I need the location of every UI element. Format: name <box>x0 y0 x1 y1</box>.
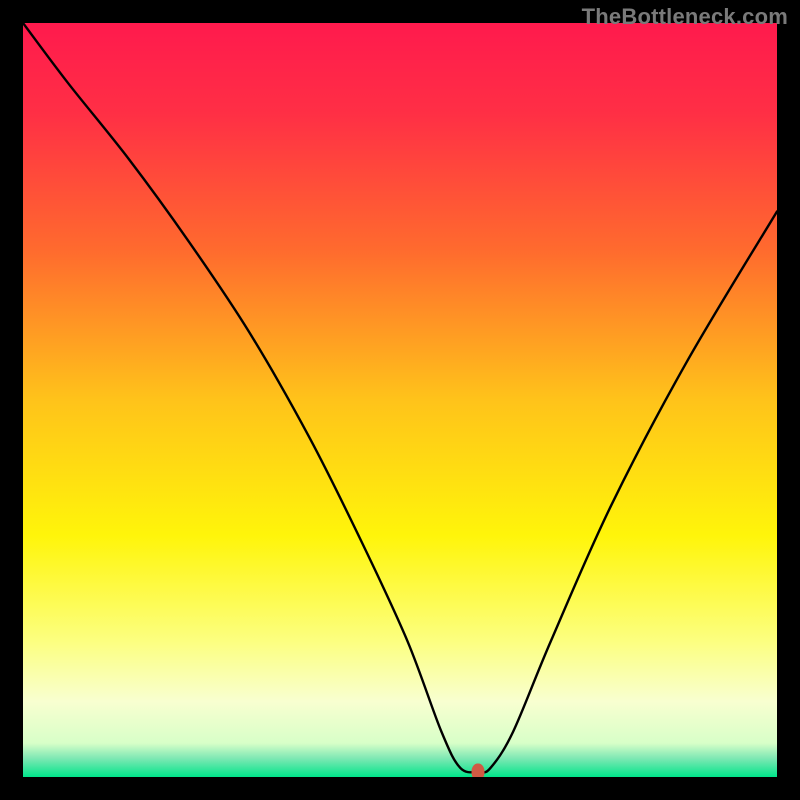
chart-frame: TheBottleneck.com <box>0 0 800 800</box>
watermark-text: TheBottleneck.com <box>582 4 788 30</box>
chart-svg <box>23 23 777 777</box>
plot-area <box>23 23 777 777</box>
gradient-rect <box>23 23 777 777</box>
bottleneck-marker <box>471 763 484 777</box>
